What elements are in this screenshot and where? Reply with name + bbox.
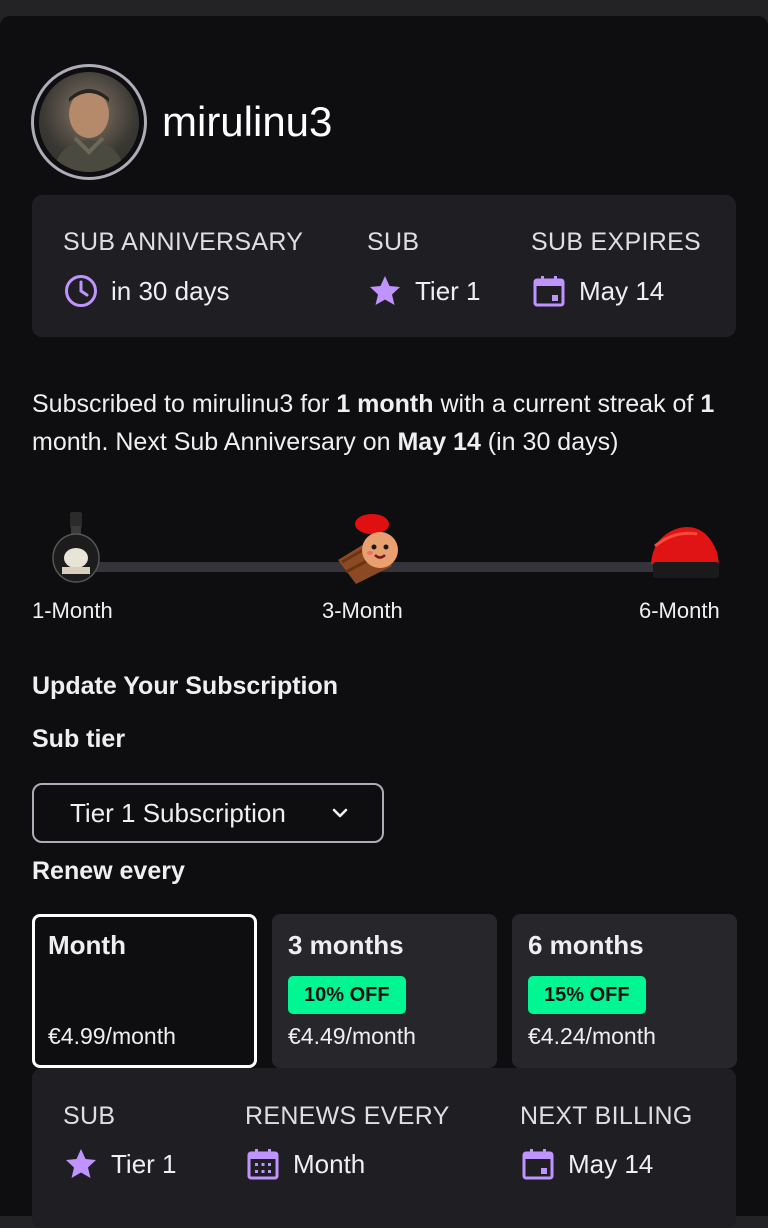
renew-option-title: Month	[48, 930, 126, 960]
sub-info-card: SUB ANNIVERSARY in 30 days SUB Tier 1 SU…	[32, 195, 736, 337]
renew-option-3-months[interactable]: 3 months 10% OFF €4.49/month	[272, 914, 497, 1068]
expires-label: SUB EXPIRES	[531, 228, 702, 256]
milestone-1-label: 1-Month	[32, 598, 113, 623]
expires-value: May 14	[531, 273, 664, 309]
sub-tier-dropdown[interactable]: Tier 1 Subscription	[32, 783, 384, 843]
anniversary-text: in 30 days	[111, 276, 230, 306]
update-heading: Update Your Subscription	[32, 672, 339, 700]
calendar-grid-icon	[247, 1149, 279, 1180]
anniversary-value: in 30 days	[63, 273, 230, 309]
expires-text: May 14	[579, 276, 665, 306]
renew-option-price: €4.99/month	[48, 1023, 176, 1049]
red-hat-badge-icon	[645, 516, 723, 587]
sub-tier-heading: Sub tier	[32, 725, 126, 753]
bottle-badge-icon	[50, 512, 102, 589]
renews-every-label: RENEWS EVERY	[245, 1102, 450, 1130]
anniversary-label: SUB ANNIVERSARY	[63, 228, 304, 256]
avatar[interactable]	[31, 64, 147, 180]
renew-option-price: €4.49/month	[288, 1023, 416, 1049]
renew-option-title: 3 months	[288, 930, 404, 960]
next-billing-value: May 14	[520, 1146, 653, 1182]
discount-badge: 10% OFF	[288, 976, 406, 1014]
calendar-icon	[533, 276, 565, 307]
summary-sub-label: SUB	[63, 1102, 116, 1130]
renews-every-value: Month	[245, 1146, 365, 1182]
summary-card: SUB Tier 1 RENEWS EVERY Month NEXT BILLI…	[32, 1068, 736, 1228]
sub-value: Tier 1	[367, 273, 481, 309]
avatar-image	[39, 72, 139, 172]
sub-tier-text: Tier 1	[415, 276, 481, 306]
milestone-6-label: 6-Month	[639, 598, 720, 623]
renews-every-text: Month	[293, 1149, 366, 1179]
discount-badge: 15% OFF	[528, 976, 646, 1014]
summary-sub-text: Tier 1	[111, 1149, 177, 1179]
calendar-icon	[522, 1149, 554, 1180]
renew-heading: Renew every	[32, 857, 185, 885]
chevron-down-icon	[332, 808, 348, 818]
username: mirulinu3	[162, 98, 333, 145]
renew-option-month[interactable]: Month €4.99/month	[32, 914, 257, 1068]
clock-icon	[65, 275, 97, 307]
renew-option-title: 6 months	[528, 930, 644, 960]
renew-option-price: €4.24/month	[528, 1023, 656, 1049]
subscription-panel: mirulinu3 SUB ANNIVERSARY in 30 days SUB…	[0, 16, 768, 1228]
sub-label: SUB	[367, 228, 420, 256]
milestone-3-label: 3-Month	[322, 598, 403, 623]
star-icon	[66, 1149, 96, 1178]
renew-option-6-months[interactable]: 6 months 15% OFF €4.24/month	[512, 914, 737, 1068]
next-billing-label: NEXT BILLING	[520, 1102, 693, 1130]
subscription-description: Subscribed to mirulinu3 for 1 month with…	[32, 390, 715, 456]
star-icon	[370, 276, 400, 305]
summary-sub-value: Tier 1	[63, 1146, 177, 1182]
log-character-badge-icon	[334, 514, 406, 591]
sub-tier-selected: Tier 1 Subscription	[70, 797, 286, 828]
next-billing-text: May 14	[568, 1149, 654, 1179]
